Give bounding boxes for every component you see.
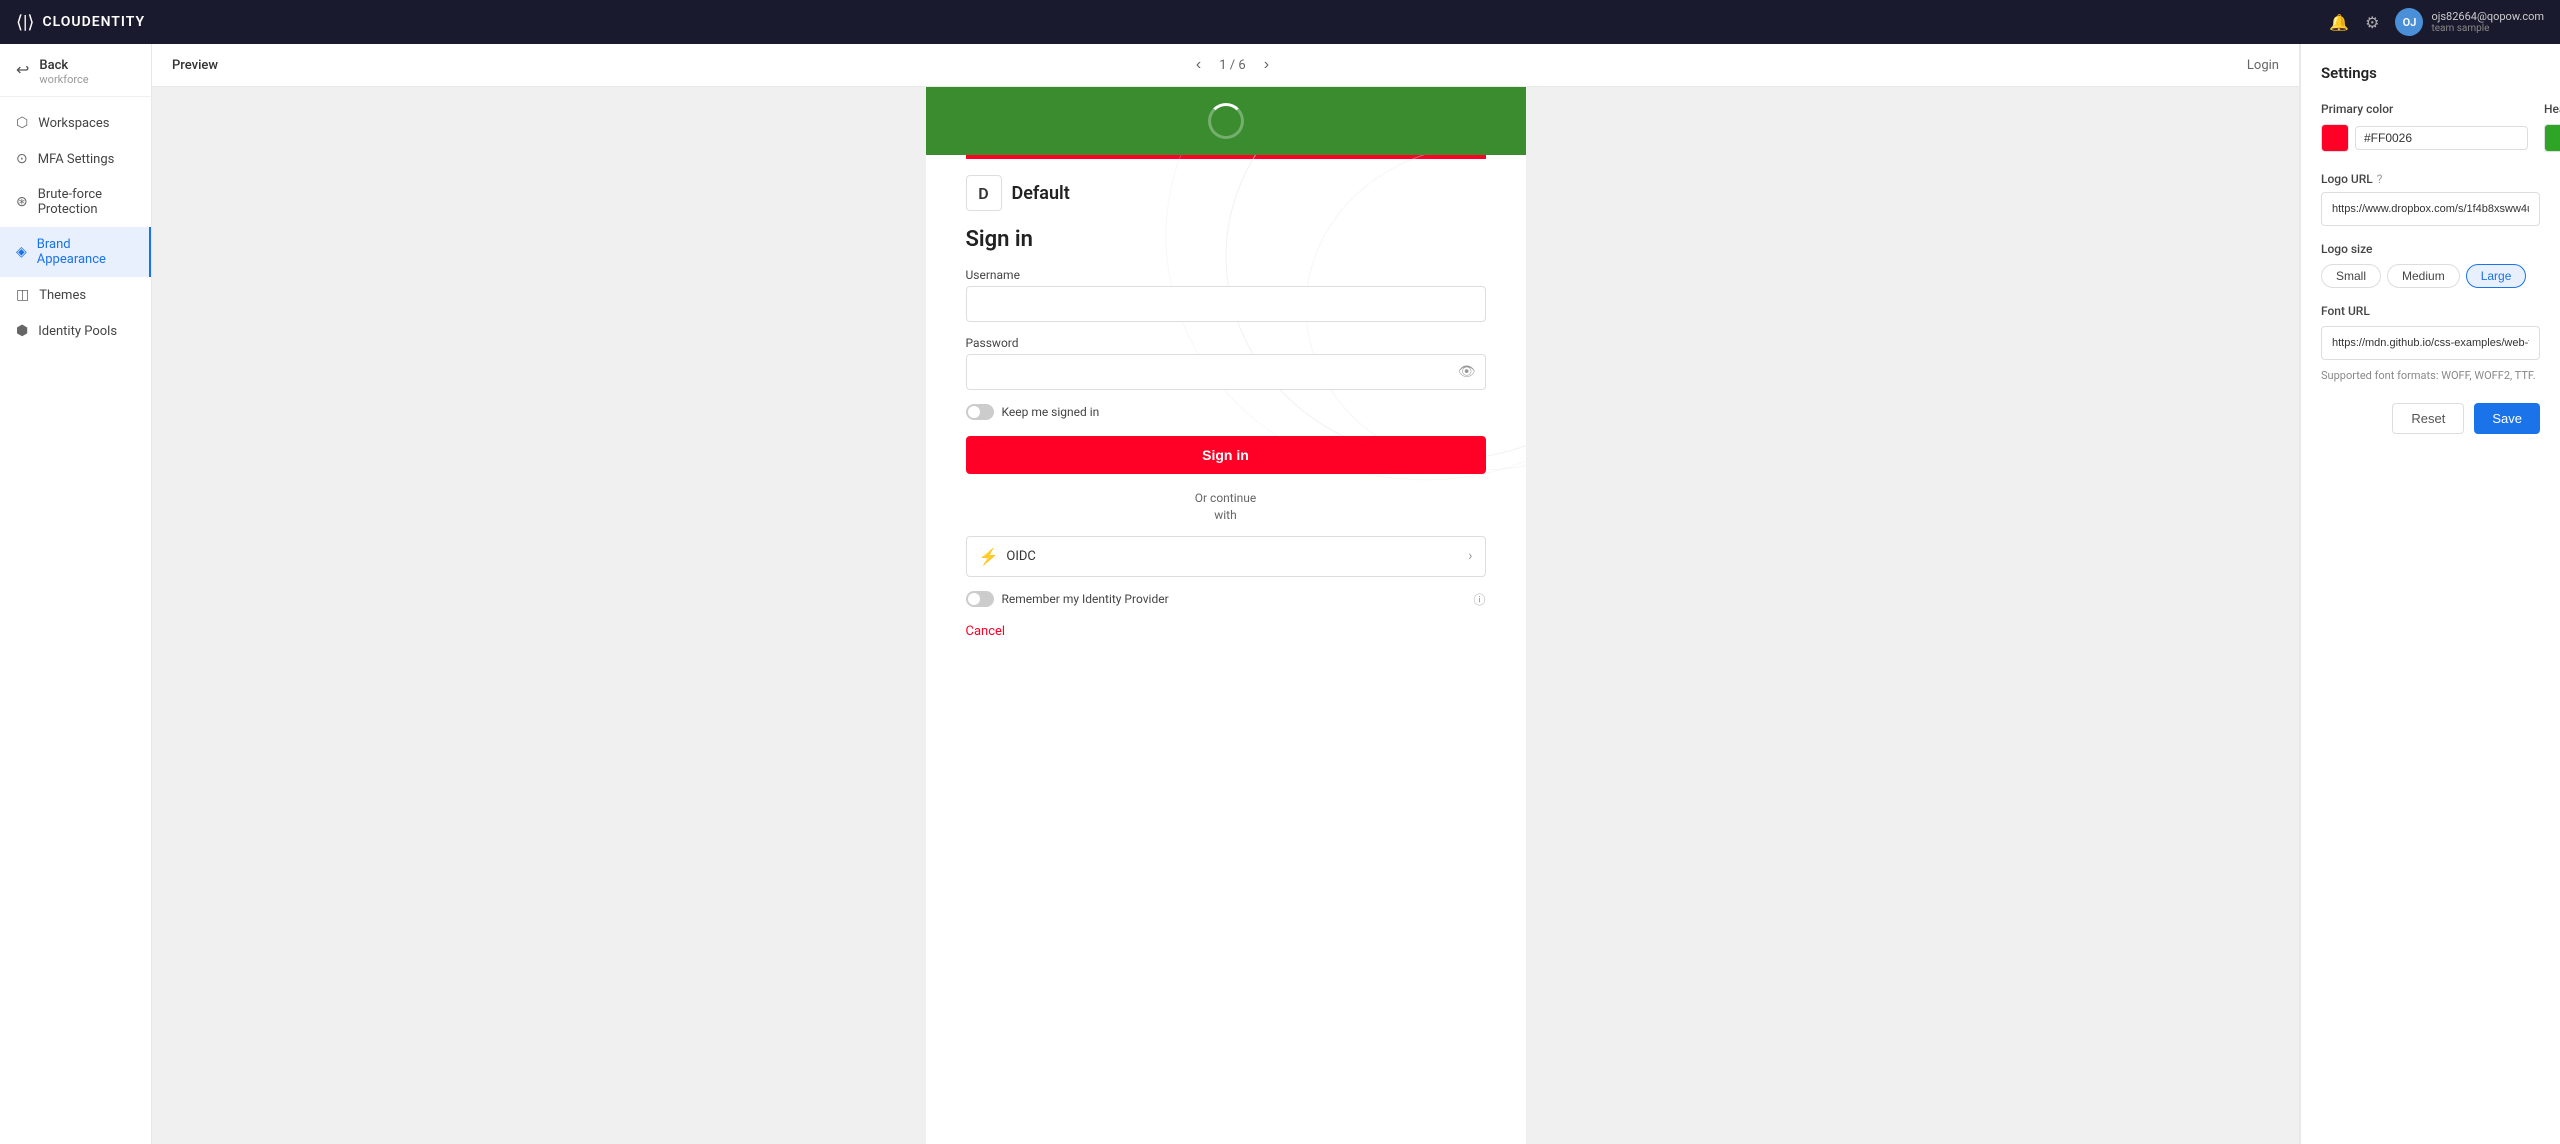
eye-icon[interactable]: 👁 <box>1458 364 1476 380</box>
logo-url-label: Logo URL <box>2321 172 2373 186</box>
preview-label: Preview <box>172 58 218 73</box>
sidebar-item-label: Workspaces <box>38 116 109 131</box>
sidebar-item-workspaces[interactable]: ⬡ Workspaces <box>0 105 151 141</box>
header-color-label: Header color <box>2544 102 2560 116</box>
notification-icon[interactable]: 🔔 <box>2329 13 2349 32</box>
preview-content: D Default Sign in Username Password <box>152 87 2299 1144</box>
mockup-header-bar <box>926 87 1526 155</box>
top-navigation: ⟨|⟩ CLOUDENTITY 🔔 ⚙ OJ ojs82664@qopow.co… <box>0 0 2560 44</box>
brand-row: D Default <box>926 159 1526 219</box>
logo-size-medium[interactable]: Medium <box>2387 264 2460 288</box>
prev-page-button[interactable]: ‹ <box>1190 54 1207 76</box>
cloudidentity-logo-icon: ⟨|⟩ <box>16 12 34 33</box>
color-settings-row: Primary color Header color <box>2321 102 2540 152</box>
logo-size-buttons: Small Medium Large <box>2321 264 2540 288</box>
app-name: CLOUDENTITY <box>42 14 145 30</box>
cancel-link[interactable]: Cancel <box>966 624 1486 639</box>
username-field-group: Username <box>966 268 1486 322</box>
password-label: Password <box>966 336 1486 350</box>
back-arrow-icon: ↩ <box>16 60 29 79</box>
mockup-body: D Default Sign in Username Password <box>926 155 1526 663</box>
primary-color-swatch[interactable] <box>2321 124 2349 152</box>
primary-color-input[interactable] <box>2355 126 2528 150</box>
logo-url-input[interactable] <box>2321 192 2540 226</box>
workspaces-icon: ⬡ <box>16 115 28 131</box>
settings-actions: Reset Save <box>2321 403 2540 434</box>
brand-icon: ◈ <box>16 244 27 260</box>
user-info[interactable]: OJ ojs82664@qopow.com team sample <box>2395 8 2544 36</box>
username-input[interactable] <box>966 286 1486 322</box>
sidebar-item-identity-pools[interactable]: ⬢ Identity Pools <box>0 313 151 349</box>
sidebar-item-label: Themes <box>39 288 86 303</box>
remember-info-icon[interactable]: ⓘ <box>1473 591 1485 608</box>
logo-url-section: Logo URL ? <box>2321 172 2540 242</box>
username-label: Username <box>966 268 1486 282</box>
primary-color-field: Primary color <box>2321 102 2528 152</box>
keep-signed-toggle[interactable] <box>966 404 994 420</box>
sidebar-item-brand-appearance[interactable]: ◈ Brand Appearance <box>0 227 151 277</box>
brand-name: Default <box>1012 183 1070 204</box>
password-input[interactable] <box>966 354 1486 390</box>
header-color-swatch[interactable] <box>2544 124 2560 152</box>
preview-nav: ‹ 1 / 6 › <box>1190 54 1275 76</box>
avatar: OJ <box>2395 8 2423 36</box>
oidc-arrow-icon: › <box>1468 548 1472 564</box>
reset-button[interactable]: Reset <box>2392 403 2464 434</box>
sidebar-item-label: MFA Settings <box>38 152 115 167</box>
password-field-group: Password 👁 <box>966 336 1486 390</box>
back-label: Back <box>39 58 88 73</box>
sidebar-item-brute-force[interactable]: ⊛ Brute-force Protection <box>0 177 151 227</box>
user-email: ojs82664@qopow.com <box>2431 10 2544 23</box>
user-team: team sample <box>2431 23 2544 34</box>
remember-toggle[interactable] <box>966 591 994 607</box>
logo-size-small[interactable]: Small <box>2321 264 2381 288</box>
mockup-form: Sign in Username Password 👁 <box>926 219 1526 663</box>
sidebar-nav: ⬡ Workspaces ⊙ MFA Settings ⊛ Brute-forc… <box>0 97 151 357</box>
font-url-input[interactable] <box>2321 326 2540 360</box>
font-url-section: Font URL Supported font formats: WOFF, W… <box>2321 304 2540 383</box>
settings-title: Settings <box>2321 64 2540 82</box>
preview-panel: Preview ‹ 1 / 6 › Login <box>152 44 2300 1144</box>
sidebar-item-label: Brand Appearance <box>37 237 133 267</box>
logo-size-label: Logo size <box>2321 242 2540 256</box>
primary-color-label: Primary color <box>2321 102 2528 116</box>
sidebar: ↩ Back workforce ⬡ Workspaces ⊙ MFA Sett… <box>0 44 152 1144</box>
header-color-field: Header color <box>2544 102 2560 152</box>
themes-icon: ◫ <box>16 287 29 303</box>
mfa-icon: ⊙ <box>16 151 28 167</box>
oidc-option[interactable]: ⚡ OIDC › <box>966 536 1486 577</box>
preview-mockup: D Default Sign in Username Password <box>926 87 1526 1144</box>
loading-spinner <box>1208 103 1244 139</box>
back-button[interactable]: ↩ Back workforce <box>0 44 151 97</box>
logo-url-help-icon[interactable]: ? <box>2377 172 2383 186</box>
sidebar-item-label: Identity Pools <box>38 324 117 339</box>
form-title: Sign in <box>966 227 1486 252</box>
logo-size-large[interactable]: Large <box>2466 264 2527 288</box>
font-formats-note: Supported font formats: WOFF, WOFF2, TTF… <box>2321 369 2536 382</box>
identity-pools-icon: ⬢ <box>16 323 28 339</box>
gear-icon[interactable]: ⚙ <box>2365 13 2379 32</box>
brute-force-icon: ⊛ <box>16 194 28 210</box>
sign-in-button[interactable]: Sign in <box>966 436 1486 474</box>
settings-panel: Settings Primary color Header color <box>2300 44 2560 1144</box>
preview-page-count: 1 / 6 <box>1219 58 1245 73</box>
sidebar-item-themes[interactable]: ◫ Themes <box>0 277 151 313</box>
keep-signed-row: Keep me signed in <box>966 404 1486 420</box>
sidebar-item-label: Brute-force Protection <box>38 187 135 217</box>
remember-label: Remember my Identity Provider <box>1002 592 1169 606</box>
oidc-label: OIDC <box>1006 549 1035 564</box>
oidc-icon: ⚡ <box>979 547 999 566</box>
keep-signed-label: Keep me signed in <box>1002 405 1100 419</box>
logo-size-section: Logo size Small Medium Large <box>2321 242 2540 288</box>
or-continue-text: Or continuewith <box>966 490 1486 524</box>
remember-row: Remember my Identity Provider ⓘ <box>966 591 1486 608</box>
brand-initial: D <box>966 175 1002 211</box>
sidebar-item-mfa[interactable]: ⊙ MFA Settings <box>0 141 151 177</box>
font-url-label: Font URL <box>2321 304 2540 318</box>
save-button[interactable]: Save <box>2474 403 2540 434</box>
preview-page-name: Login <box>2247 58 2279 73</box>
preview-header: Preview ‹ 1 / 6 › Login <box>152 44 2299 87</box>
next-page-button[interactable]: › <box>1258 54 1275 76</box>
back-sub-label: workforce <box>39 73 88 86</box>
